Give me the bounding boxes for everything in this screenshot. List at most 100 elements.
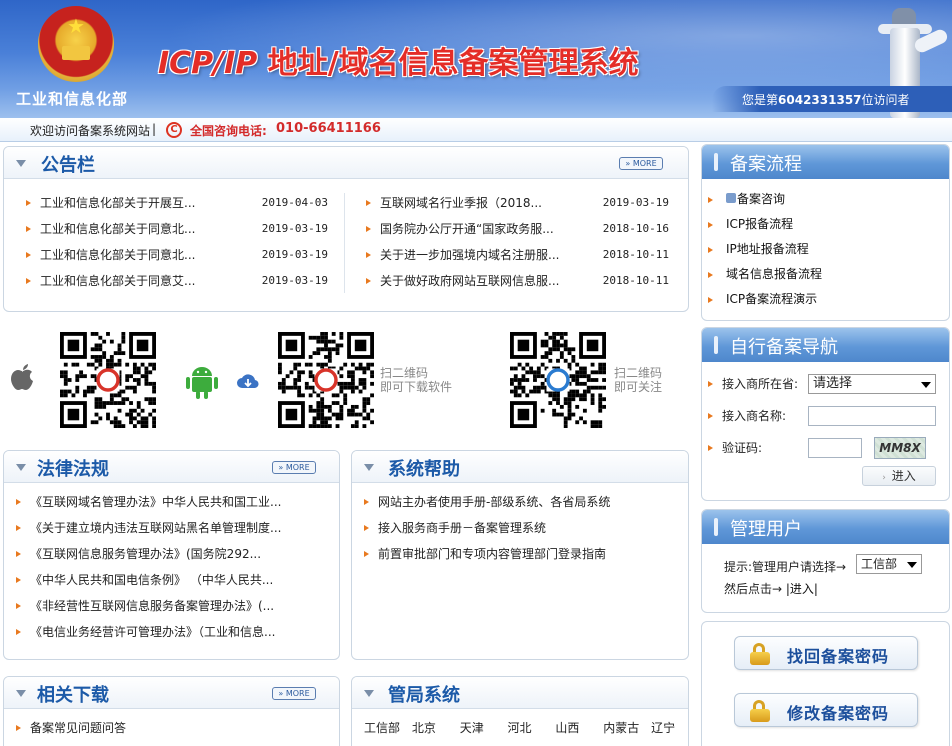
list-item[interactable]: 《关于建立境内违法互联网站黑名单管理制度...: [14, 515, 334, 541]
captcha-image[interactable]: MM8X: [874, 437, 926, 459]
phone-icon: C: [166, 122, 182, 138]
flow-list: 备案咨询 ICP报备流程 IP地址报备流程 域名信息报备流程 ICP备案流程演示: [708, 187, 942, 312]
list-item[interactable]: 《中华人民共和国电信条例》 （中华人民共...: [14, 567, 334, 593]
list-item[interactable]: 《互联网域名管理办法》中华人民共和国工业...: [14, 489, 334, 515]
help-panel: 系统帮助 网站主办者使用手册-部级系统、各省局系统 接入服务商手册－备案管理系统…: [351, 450, 689, 660]
list-item[interactable]: 网站主办者使用手册-部级系统、各省局系统: [362, 489, 682, 515]
password-panel: 找回备案密码 修改备案密码: [701, 621, 950, 746]
download-more-button[interactable]: » MORE: [272, 687, 316, 700]
bullet-icon: [364, 525, 369, 531]
bullet-icon: [16, 577, 21, 583]
flow-item[interactable]: IP地址报备流程: [708, 237, 942, 262]
chevron-down-icon: [907, 562, 917, 568]
flow-item[interactable]: 域名信息报备流程: [708, 262, 942, 287]
bureau-link[interactable]: 内蒙古: [603, 721, 639, 735]
list-item[interactable]: 工业和信息化部关于开展互... 2019-04-03: [24, 190, 328, 216]
admin-unit-select[interactable]: 工信部: [856, 554, 922, 574]
help-list: 网站主办者使用手册-部级系统、各省局系统 接入服务商手册－备案管理系统 前置审批…: [362, 489, 682, 567]
collapse-triangle-icon: [16, 160, 26, 167]
bureau-link[interactable]: 天津: [460, 721, 484, 735]
bullet-icon: [26, 226, 31, 232]
bullet-icon: [708, 381, 713, 387]
bullet-icon: [26, 200, 31, 206]
bullet-icon: [366, 200, 371, 206]
notice-divider: [344, 193, 345, 293]
provider-name-input[interactable]: [808, 406, 936, 426]
law-more-button[interactable]: » MORE: [272, 461, 316, 474]
notice-title: 公告栏: [41, 155, 95, 176]
law-title: 法律法规: [37, 459, 109, 480]
list-item[interactable]: 关于进一步加强境内域名注册服... 2018-10-11: [364, 242, 669, 268]
download-title: 相关下载: [37, 685, 109, 706]
law-list: 《互联网域名管理办法》中华人民共和国工业... 《关于建立境内违法互联网站黑名单…: [14, 489, 334, 645]
captcha-label: 验证码:: [722, 441, 763, 455]
wechat-follow-qr-code: [510, 332, 606, 428]
list-item[interactable]: 《互联网信息服务管理办法》(国务院292...: [14, 541, 334, 567]
modify-password-button[interactable]: 修改备案密码: [734, 693, 918, 727]
bullet-icon: [16, 725, 21, 731]
list-item[interactable]: 国务院办公厅开通“国家政务服... 2018-10-16: [364, 216, 669, 242]
notice-panel: 公告栏 » MORE 工业和信息化部关于开展互... 2019-04-03 工业和…: [3, 146, 689, 312]
apple-icon[interactable]: [6, 360, 38, 400]
bullet-icon: [16, 551, 21, 557]
system-title: ICP/IP 地址/域名信息备案管理系统: [158, 46, 639, 81]
lock-icon: [749, 700, 771, 722]
list-item[interactable]: 《电信业务经营许可管理办法》（工业和信息...: [14, 619, 334, 645]
notice-more-button[interactable]: » MORE: [619, 157, 663, 170]
list-item[interactable]: 工业和信息化部关于同意北... 2019-03-19: [24, 216, 328, 242]
nav-enter-button[interactable]: › 进入: [862, 466, 936, 486]
chevron-down-icon: [921, 382, 931, 388]
bullet-icon: [16, 499, 21, 505]
bureau-link[interactable]: 河北: [508, 721, 532, 735]
national-emblem-icon: ★: [38, 6, 114, 82]
flow-item[interactable]: ICP备案流程演示: [708, 287, 942, 312]
bullet-icon: [16, 629, 21, 635]
ministry-name: 工业和信息化部: [16, 90, 129, 108]
province-select[interactable]: 请选择: [808, 374, 936, 394]
list-item[interactable]: 接入服务商手册－备案管理系统: [362, 515, 682, 541]
bureau-link[interactable]: 工信部: [364, 721, 400, 735]
list-item[interactable]: 备案常见问题问答: [14, 715, 334, 741]
android-app-qr-code: [278, 332, 374, 428]
flow-item[interactable]: 备案咨询: [708, 187, 942, 212]
bullet-icon: [366, 252, 371, 258]
list-item[interactable]: 工业和信息化部关于同意北... 2019-03-19: [24, 242, 328, 268]
welcome-bar: 欢迎访问备案系统网站 | C 全国咨询电话: 010-66411166: [0, 118, 952, 142]
admin-title: 管理用户: [730, 519, 802, 540]
list-item[interactable]: 互联网域名行业季报（2018... 2019-03-19: [364, 190, 669, 216]
province-label: 接入商所在省:: [722, 377, 799, 391]
list-item[interactable]: 工业和信息化部关于同意艾... 2019-03-19: [24, 268, 328, 294]
notice-list-left: 工业和信息化部关于开展互... 2019-04-03 工业和信息化部关于同意北..…: [24, 190, 328, 294]
bullet-icon: [16, 525, 21, 531]
bullet-icon: [364, 499, 369, 505]
nav-title: 自行备案导航: [730, 337, 838, 358]
bullet-icon: [708, 247, 713, 253]
collapse-triangle-icon: [364, 464, 374, 471]
bullet-icon: [708, 413, 713, 419]
captcha-input[interactable]: [808, 438, 862, 458]
flow-item[interactable]: ICP报备流程: [708, 212, 942, 237]
follow-qr-label: 扫二维码 即可关注: [614, 366, 663, 394]
recover-password-button[interactable]: 找回备案密码: [734, 636, 918, 670]
list-item[interactable]: 前置审批部门和专项内容管理部门登录指南: [362, 541, 682, 567]
visitor-counter: 您是第6042331357位访问者: [712, 86, 952, 112]
self-filing-nav-panel: 自行备案导航 接入商所在省: 请选择 接入商名称: 验证码: MM8X › 进入: [701, 327, 950, 501]
provider-name-label: 接入商名称:: [722, 409, 787, 423]
ios-app-qr-code: [60, 332, 156, 428]
cloud-download-icon[interactable]: [236, 372, 260, 390]
list-item[interactable]: 关于做好政府网站互联网信息服... 2018-10-11: [364, 268, 669, 294]
android-icon[interactable]: [184, 362, 220, 400]
help-title: 系统帮助: [388, 459, 460, 480]
bureau-link[interactable]: 山西: [555, 721, 579, 735]
bureau-link[interactable]: 北京: [412, 721, 436, 735]
list-item[interactable]: 《非经营性互联网信息服务备案管理办法》(...: [14, 593, 334, 619]
bureau-link[interactable]: 辽宁: [651, 721, 675, 735]
collapse-triangle-icon: [16, 464, 26, 471]
bullet-icon: [26, 278, 31, 284]
admin-enter-link[interactable]: |进入|: [786, 582, 818, 596]
bullet-icon: [16, 603, 21, 609]
bullet-icon: [708, 222, 713, 228]
hotline-number: 010-66411166: [276, 121, 381, 136]
bureau-panel: 管局系统 工信部 北京 天津 河北 山西 内蒙古 辽宁: [351, 676, 689, 746]
arrow-icon: ›: [882, 473, 886, 483]
